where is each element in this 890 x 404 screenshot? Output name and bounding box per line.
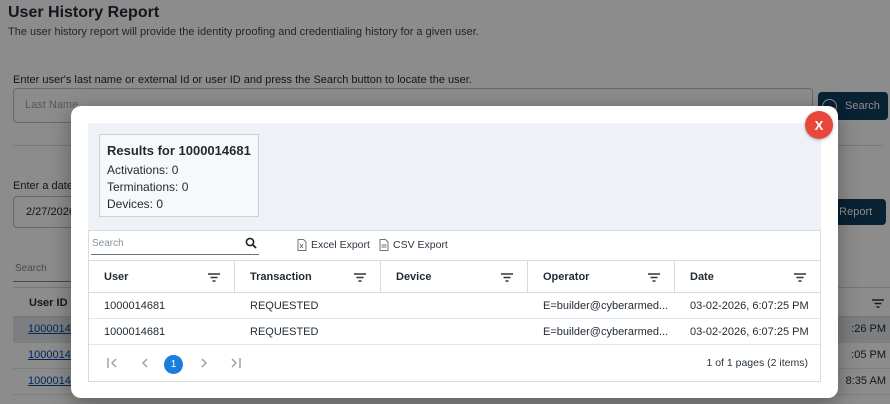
table-row[interactable]: 1000014681 REQUESTED E=builder@cyberarme…: [89, 319, 820, 345]
cell-date: 03-02-2026, 6:07:25 PM: [690, 326, 809, 338]
cell-date: 03-02-2026, 6:07:25 PM: [690, 300, 809, 312]
grid-header: User Transaction Device Operator Date: [89, 261, 820, 293]
previous-page-icon[interactable]: [141, 358, 149, 368]
search-icon[interactable]: [245, 237, 257, 249]
column-header-label: Device: [396, 271, 432, 283]
csv-file-icon: [379, 239, 389, 251]
devices-count: Devices: 0: [107, 197, 164, 211]
filter-icon[interactable]: [794, 273, 806, 282]
column-header-date[interactable]: Date: [675, 261, 820, 293]
column-header-label: Transaction: [250, 271, 312, 283]
filter-icon[interactable]: [354, 273, 366, 282]
grid-search-placeholder: Search: [92, 238, 124, 249]
column-header-label: Date: [690, 271, 714, 283]
activations-count: Activations: 0: [107, 163, 179, 177]
cell-user: 1000014681: [104, 300, 166, 312]
last-page-icon[interactable]: [229, 358, 241, 368]
summary-title: Results for 1000014681: [107, 143, 251, 158]
pager: 1 1 of 1 pages (2 items): [89, 345, 820, 381]
column-header-user[interactable]: User: [89, 261, 235, 293]
column-header-operator[interactable]: Operator: [528, 261, 675, 293]
table-row[interactable]: 1000014681 REQUESTED E=builder@cyberarme…: [89, 293, 820, 319]
csv-export-button[interactable]: CSV Export: [379, 239, 448, 251]
cell-device: [381, 293, 528, 319]
cell-user: 1000014681: [104, 326, 166, 338]
cell-operator: E=builder@cyberarmed...: [543, 300, 669, 312]
column-header-label: User: [104, 271, 129, 283]
filter-icon[interactable]: [208, 273, 220, 282]
excel-file-icon: [297, 239, 307, 251]
close-modal-button[interactable]: X: [805, 111, 833, 139]
pager-info: 1 of 1 pages (2 items): [706, 357, 808, 369]
history-grid: Search Excel Export CSV Export User Tran…: [88, 230, 821, 382]
column-header-device[interactable]: Device: [381, 261, 528, 293]
excel-export-button[interactable]: Excel Export: [297, 239, 370, 251]
cell-device: [381, 319, 528, 345]
filter-icon[interactable]: [501, 273, 513, 282]
cell-transaction: REQUESTED: [250, 300, 319, 312]
column-header-transaction[interactable]: Transaction: [235, 261, 381, 293]
excel-export-label: Excel Export: [311, 239, 370, 251]
page-1-button[interactable]: 1: [164, 355, 183, 374]
grid-search-input[interactable]: Search: [91, 235, 259, 255]
csv-export-label: CSV Export: [393, 239, 448, 251]
cell-operator: E=builder@cyberarmed...: [543, 326, 669, 338]
terminations-count: Terminations: 0: [107, 180, 189, 194]
results-modal: Results for 1000014681 Activations: 0 Te…: [71, 106, 838, 398]
summary-card: Results for 1000014681 Activations: 0 Te…: [99, 134, 259, 217]
next-page-icon[interactable]: [200, 358, 208, 368]
cell-transaction: REQUESTED: [250, 326, 319, 338]
grid-toolbar: Search Excel Export CSV Export: [89, 231, 820, 261]
first-page-icon[interactable]: [107, 358, 119, 368]
column-header-label: Operator: [543, 271, 590, 283]
filter-icon[interactable]: [648, 273, 660, 282]
